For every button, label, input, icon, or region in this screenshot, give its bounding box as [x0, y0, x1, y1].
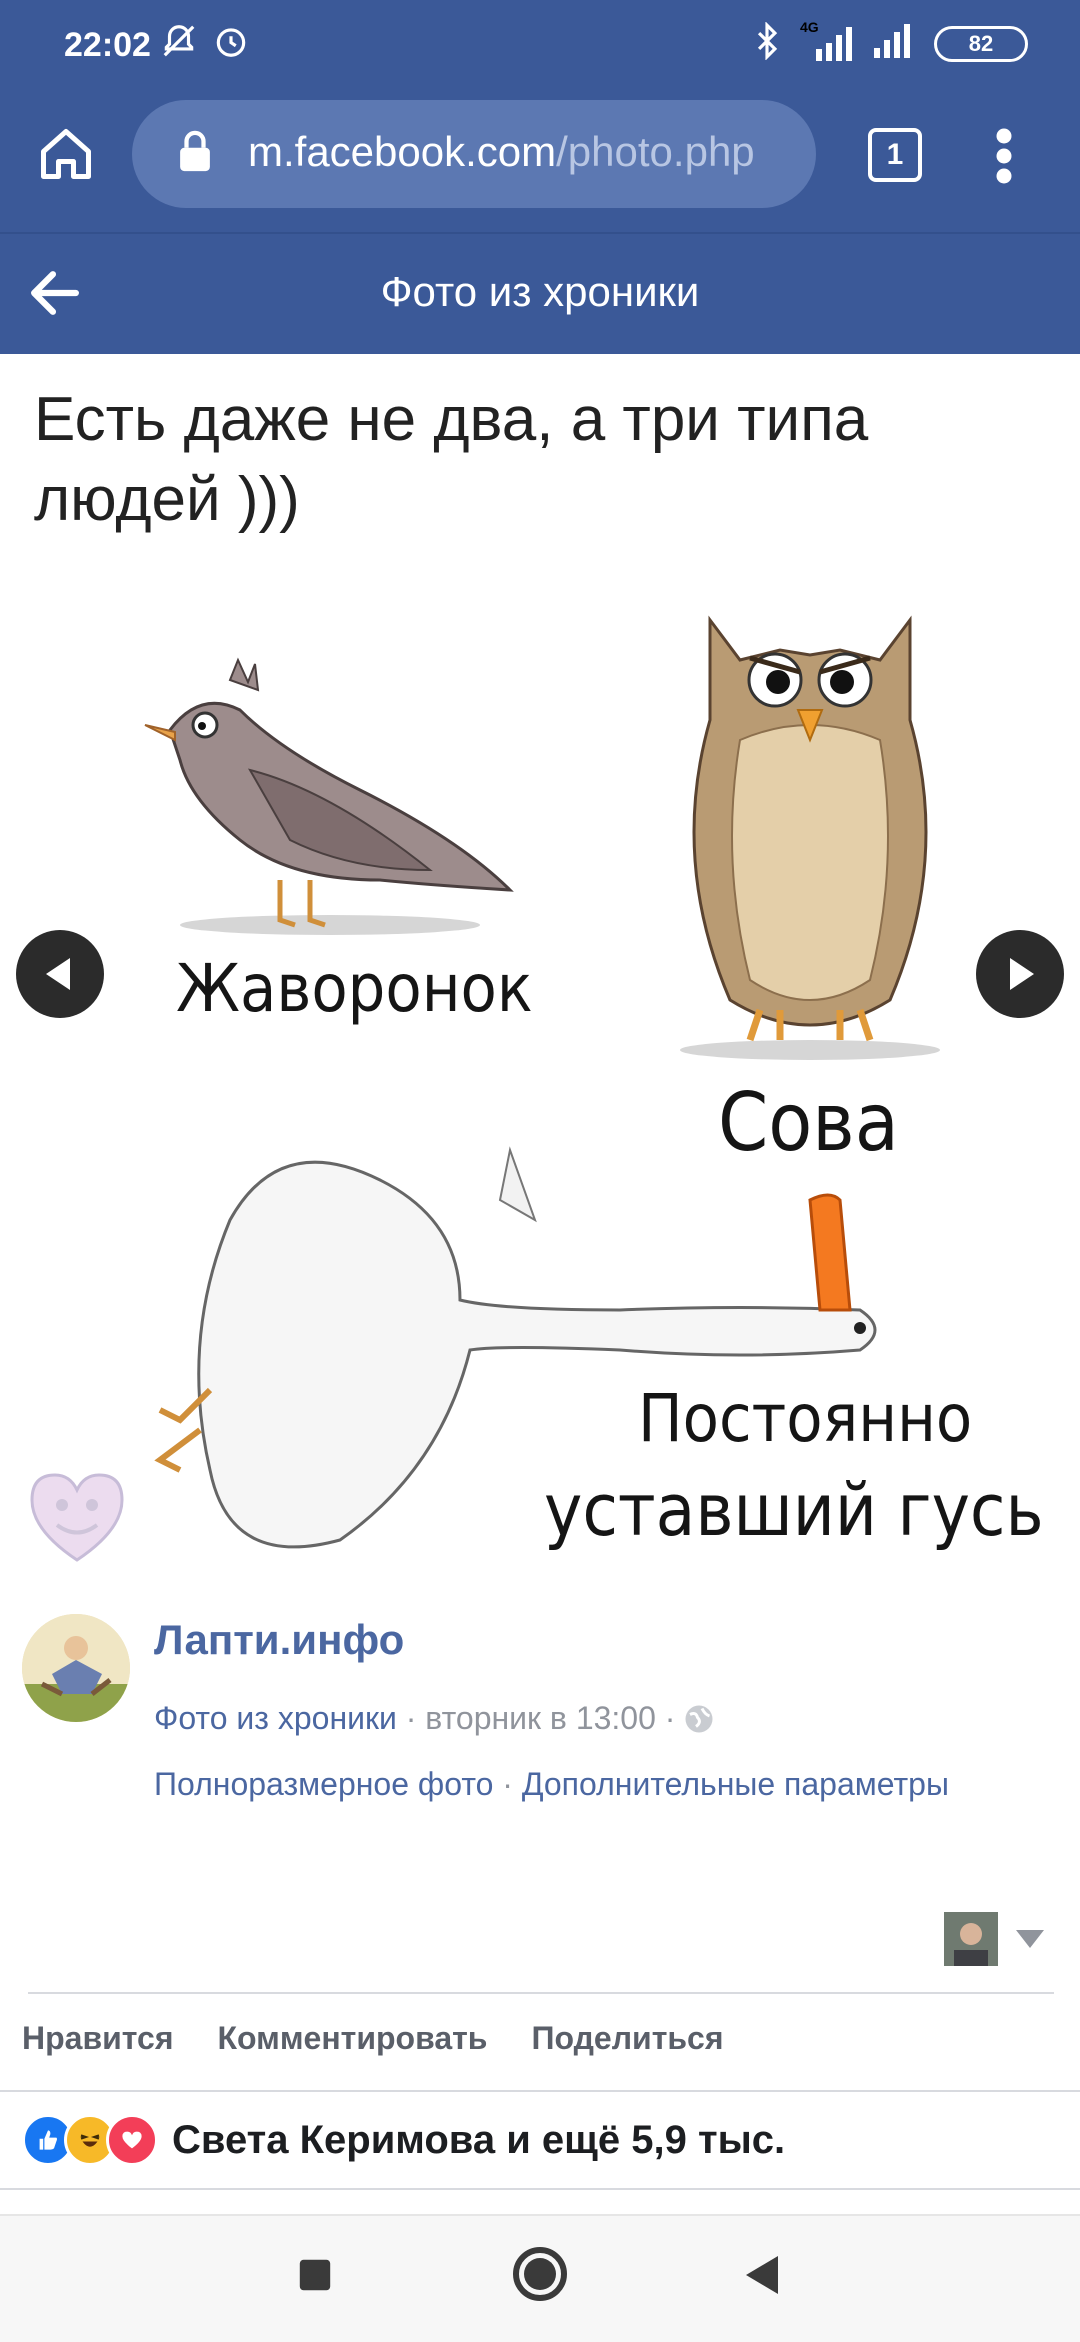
more-options-link[interactable]: Дополнительные параметры — [522, 1766, 949, 1802]
circle-icon — [513, 2247, 567, 2301]
arrow-left-icon — [46, 958, 70, 990]
more-vert-icon — [996, 128, 1012, 184]
status-time: 22:02 — [64, 26, 151, 64]
divider-bottom — [0, 2188, 1080, 2190]
battery-level: 82 — [968, 30, 994, 56]
divider-middle — [0, 2090, 1080, 2092]
reactions-summary-text: Света Керимова и ещё 5,9 тыс. — [172, 2117, 786, 2162]
lark-label: Жаворонок — [176, 950, 533, 1027]
meta-separator: · — [405, 1700, 417, 1736]
alarm-icon — [212, 22, 250, 65]
share-button[interactable]: Поделиться — [531, 2020, 723, 2057]
page-name-link[interactable]: Лапти.инфо — [154, 1616, 404, 1664]
meta-separator-2: · — [664, 1700, 676, 1736]
album-link[interactable]: Фото из хроники — [154, 1700, 397, 1736]
url-path: /photo.php — [556, 128, 755, 175]
reactions-summary[interactable]: Света Керимова и ещё 5,9 тыс. — [22, 2114, 785, 2166]
actor-selector-dropdown[interactable] — [1016, 1930, 1044, 1953]
home-button[interactable] — [36, 124, 96, 184]
lock-icon — [178, 130, 212, 179]
post-meta: Фото из хроники · вторник в 13:00 · — [154, 1700, 714, 1737]
home-nav-button[interactable] — [512, 2246, 568, 2307]
comment-button[interactable]: Комментировать — [218, 2020, 488, 2057]
previous-photo-button[interactable] — [16, 930, 104, 1018]
page-title: Фото из хроники — [380, 268, 700, 315]
signal-4g-icon: 4G — [800, 19, 856, 61]
square-icon — [299, 2259, 331, 2291]
lark-illustration — [144, 657, 514, 935]
photo-caption-text: Есть даже не два, а три типа людей ))) — [34, 385, 869, 534]
action-bar: Нравится Комментировать Поделиться — [22, 2020, 724, 2057]
back-nav-button[interactable] — [742, 2254, 782, 2301]
signal-icon — [874, 24, 916, 63]
bluetooth-icon — [752, 21, 782, 65]
globe-icon — [685, 1705, 713, 1733]
chevron-down-icon — [1016, 1930, 1044, 1948]
goose-label-line1: Постоянно — [638, 1380, 973, 1457]
browser-menu-button[interactable] — [990, 126, 1018, 186]
status-right-icons: 4G 82 — [752, 19, 1028, 65]
triangle-back-icon — [746, 2256, 778, 2294]
divider-top — [28, 1992, 1054, 1994]
next-photo-button[interactable] — [976, 930, 1064, 1018]
network-label: 4G — [800, 18, 819, 35]
links-separator: · — [502, 1766, 513, 1802]
post-time[interactable]: вторник в 13:00 — [425, 1700, 656, 1736]
watermark-heart-icon — [30, 1473, 124, 1562]
mute-bell-icon — [160, 22, 198, 65]
tab-switcher-button[interactable]: 1 — [868, 128, 922, 182]
photo-links: Полноразмерное фото · Дополнительные пар… — [154, 1766, 949, 1803]
battery-indicator: 82 — [934, 25, 1028, 62]
status-left-icons — [160, 22, 250, 65]
love-reaction-icon — [106, 2114, 158, 2166]
home-icon — [41, 129, 91, 179]
like-button[interactable]: Нравится — [22, 2020, 174, 2057]
viewer-avatar[interactable] — [944, 1912, 998, 1966]
full-size-photo-link[interactable]: Полноразмерное фото — [154, 1766, 493, 1802]
recents-button[interactable] — [296, 2256, 334, 2299]
tab-count: 1 — [886, 138, 904, 171]
owl-illustration — [680, 615, 940, 1060]
url-text[interactable]: m.facebook.com/photo.php — [248, 128, 788, 176]
arrow-right-icon — [1010, 958, 1034, 990]
page-avatar[interactable] — [22, 1614, 130, 1722]
url-host: m.facebook.com — [248, 128, 557, 175]
goose-label-line2: уставший гусь — [544, 1468, 1044, 1552]
